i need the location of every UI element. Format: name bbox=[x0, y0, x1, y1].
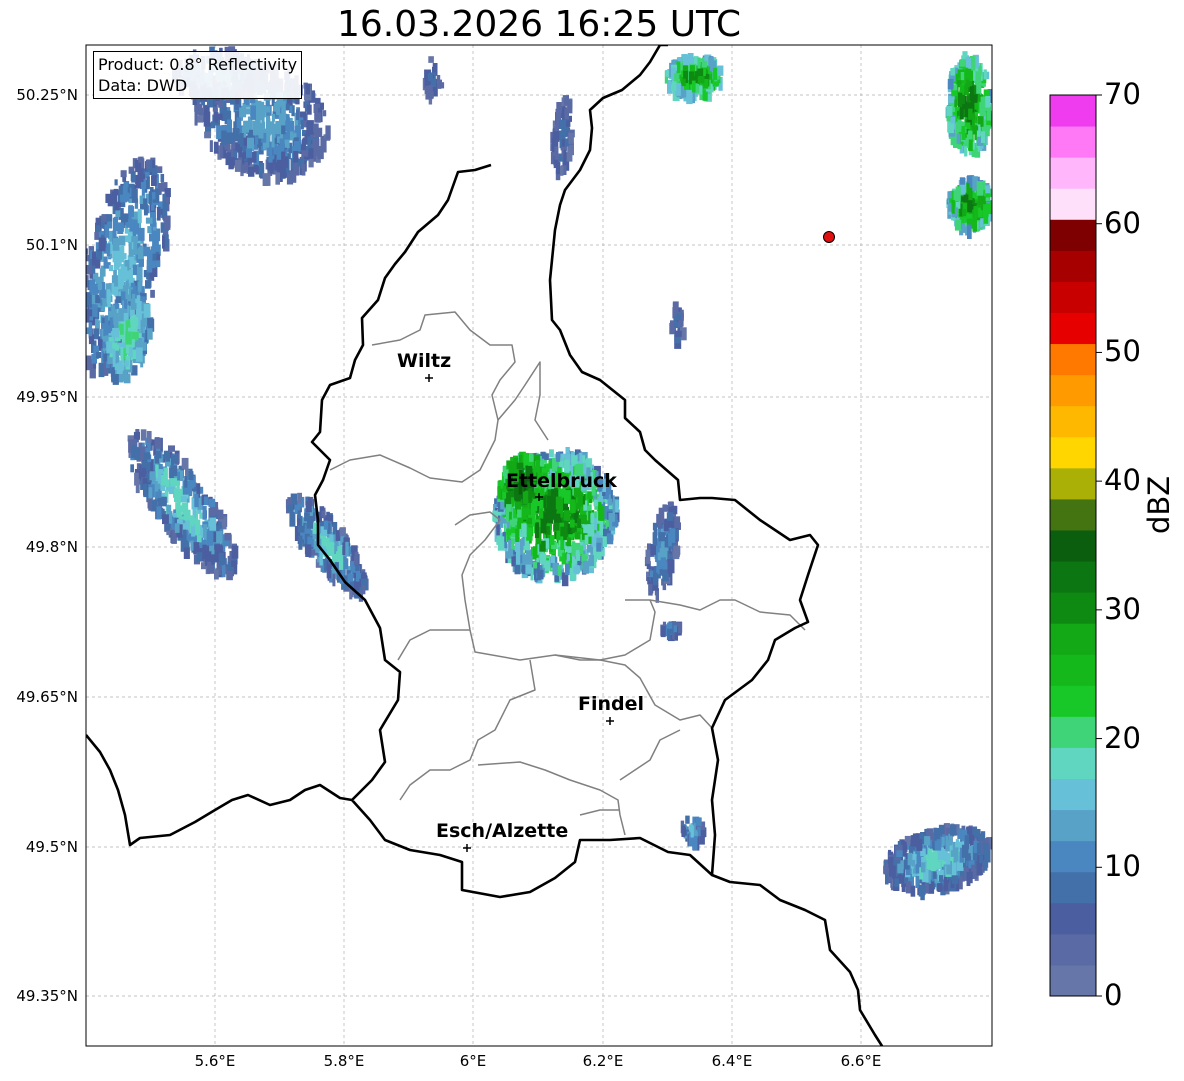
colorbar-cell bbox=[1050, 871, 1096, 904]
colorbar-tick-label: 60 bbox=[1104, 205, 1141, 240]
colorbar-cell bbox=[1050, 498, 1096, 531]
colorbar-cell bbox=[1050, 374, 1096, 407]
colorbar-tick-label: 0 bbox=[1104, 978, 1123, 1012]
colorbar-tick-label: 20 bbox=[1104, 720, 1141, 755]
colorbar-cell bbox=[1050, 188, 1096, 220]
colorbar-cell bbox=[1050, 592, 1096, 624]
colorbar-cell bbox=[1050, 250, 1096, 282]
colorbar-cell bbox=[1050, 312, 1096, 345]
colorbar-tick-label: 50 bbox=[1104, 334, 1141, 369]
lon-tick-label: 6.2°E bbox=[582, 1052, 624, 1070]
colorbar-cell bbox=[1050, 809, 1096, 842]
product-text: Product: 0.8° Reflectivity bbox=[98, 55, 298, 74]
colorbar-cell bbox=[1050, 654, 1096, 686]
colorbar-cell bbox=[1050, 467, 1096, 500]
colorbar-cell bbox=[1050, 623, 1096, 655]
colorbar-cell bbox=[1050, 529, 1096, 562]
colorbar-cell bbox=[1050, 436, 1096, 469]
lat-tick-label: 50.1°N bbox=[25, 236, 78, 254]
colorbar-cell bbox=[1050, 685, 1096, 717]
colorbar-label: dBZ bbox=[1142, 475, 1176, 534]
colorbar-cells bbox=[1050, 94, 1102, 997]
colorbar-cell bbox=[1050, 95, 1096, 127]
lon-tick-label: 5.8°E bbox=[323, 1052, 365, 1070]
colorbar-cell bbox=[1050, 840, 1096, 873]
colorbar-tick-label: 30 bbox=[1104, 591, 1141, 626]
city-label: Ettelbruck bbox=[506, 470, 617, 492]
lat-tick-label: 49.35°N bbox=[16, 987, 78, 1005]
colorbar-cell bbox=[1050, 405, 1096, 438]
colorbar-cell bbox=[1050, 933, 1096, 966]
colorbar-cell bbox=[1050, 716, 1096, 748]
colorbar-cell bbox=[1050, 964, 1096, 997]
info-box: Product: 0.8° Reflectivity Data: DWD bbox=[93, 51, 303, 99]
city-label: Esch/Alzette bbox=[436, 820, 569, 842]
lat-tick-label: 49.5°N bbox=[25, 838, 78, 856]
colorbar-cell bbox=[1050, 157, 1096, 189]
lat-tick-label: 50.25°N bbox=[16, 86, 78, 104]
colorbar-tick-label: 10 bbox=[1104, 849, 1141, 884]
colorbar-cell bbox=[1050, 778, 1096, 811]
lon-tick-label: 6.6°E bbox=[840, 1052, 882, 1070]
data-source-text: Data: DWD bbox=[98, 76, 188, 95]
lon-tick-label: 6.4°E bbox=[711, 1052, 753, 1070]
lat-tick-label: 49.8°N bbox=[25, 538, 78, 556]
colorbar-cell bbox=[1050, 126, 1096, 158]
city-label: Wiltz bbox=[397, 350, 452, 372]
colorbar-cell bbox=[1050, 281, 1096, 313]
lon-tick-label: 5.6°E bbox=[194, 1052, 236, 1070]
colorbar-cell bbox=[1050, 343, 1096, 376]
lon-tick-label: 6°E bbox=[459, 1052, 487, 1070]
lat-tick-label: 49.65°N bbox=[16, 688, 78, 706]
colorbar-cell bbox=[1050, 747, 1096, 780]
colorbar-cell bbox=[1050, 561, 1096, 593]
colorbar-cell bbox=[1050, 219, 1096, 251]
colorbar-tick-label: 40 bbox=[1104, 463, 1141, 498]
colorbar bbox=[1049, 94, 1102, 997]
colorbar-tick-label: 70 bbox=[1104, 77, 1141, 111]
lat-tick-label: 49.95°N bbox=[16, 388, 78, 406]
colorbar-cell bbox=[1050, 902, 1096, 935]
city-label: Findel bbox=[578, 693, 645, 715]
